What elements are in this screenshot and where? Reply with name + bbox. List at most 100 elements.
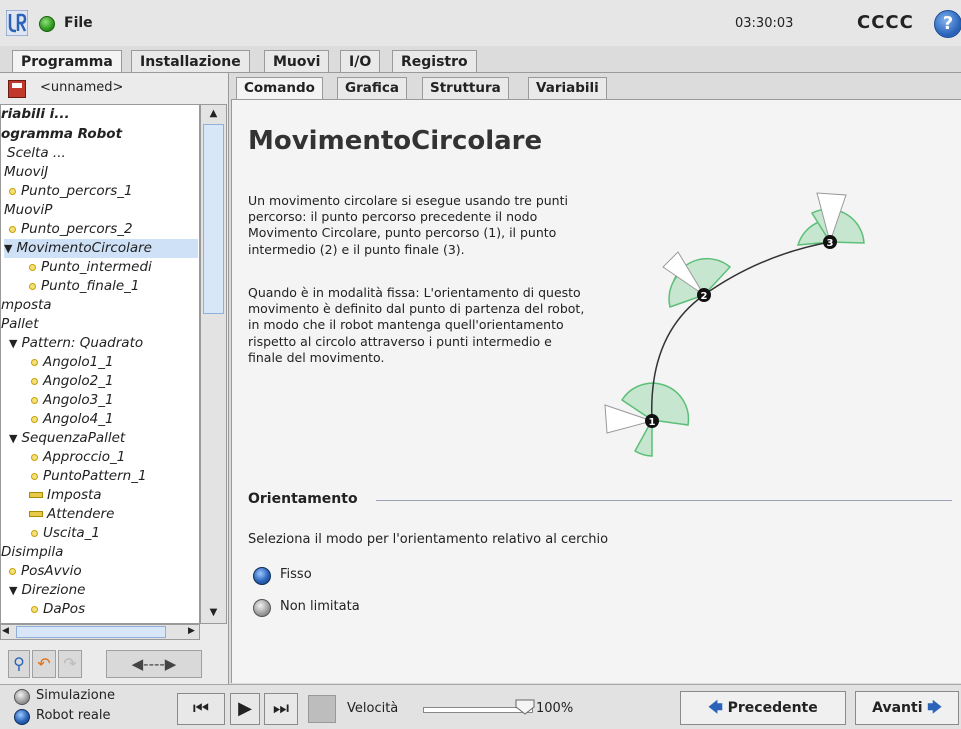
tree-item[interactable]: Approccio_1 bbox=[31, 448, 125, 467]
collapse-triangle-icon[interactable]: ▼ bbox=[4, 242, 12, 255]
undo-icon[interactable]: ↶ bbox=[32, 650, 56, 678]
radio-unconstrained[interactable] bbox=[253, 599, 271, 617]
tree-item-label: mposta bbox=[1, 297, 52, 313]
scrollbar-thumb[interactable] bbox=[16, 626, 166, 638]
tree-item[interactable]: riabili i... bbox=[1, 105, 70, 124]
tree-item[interactable]: Attendere bbox=[29, 505, 114, 524]
tree-item[interactable]: Punto_percors_2 bbox=[9, 220, 133, 239]
ur-logo-icon[interactable] bbox=[6, 10, 28, 36]
tree-item[interactable]: Uscita_1 bbox=[31, 524, 100, 543]
save-icon[interactable] bbox=[8, 80, 26, 98]
tab-variabili[interactable]: Variabili bbox=[528, 77, 607, 99]
tree-item-label: Pallet bbox=[1, 316, 39, 332]
stop-icon[interactable] bbox=[308, 695, 336, 723]
next-button[interactable]: Avanti 🡆 bbox=[855, 691, 959, 725]
tree-item[interactable]: Angolo3_1 bbox=[31, 391, 114, 410]
tree-item[interactable]: ▼ Pattern: Quadrato bbox=[9, 334, 143, 353]
real-robot-label[interactable]: Robot reale bbox=[36, 708, 110, 723]
radio-simulation[interactable] bbox=[14, 689, 30, 705]
scroll-up-icon[interactable]: ▲ bbox=[201, 105, 226, 123]
move-arrows-icon[interactable]: ◀----▶ bbox=[106, 650, 202, 678]
waypoint-icon bbox=[31, 377, 38, 385]
radio-real-robot[interactable] bbox=[14, 709, 30, 725]
tree-item[interactable]: Punto_intermedi bbox=[29, 258, 152, 277]
tree-item[interactable]: Punto_percors_1 bbox=[9, 182, 133, 201]
speed-value: 100% bbox=[536, 701, 574, 716]
point-label: 1 bbox=[649, 417, 656, 428]
scroll-down-icon[interactable]: ▼ bbox=[201, 604, 226, 622]
tab-muovi[interactable]: Muovi bbox=[264, 50, 330, 72]
tree-item[interactable]: Pallet bbox=[1, 315, 39, 334]
collapse-triangle-icon[interactable]: ▼ bbox=[9, 584, 17, 597]
radio-fixed[interactable] bbox=[253, 567, 271, 585]
tree-item-label: Punto_percors_1 bbox=[21, 183, 133, 199]
waypoint-icon bbox=[29, 263, 36, 271]
waypoint-icon bbox=[31, 358, 38, 366]
tab-io[interactable]: I/O bbox=[340, 50, 381, 72]
file-menu[interactable]: File bbox=[64, 15, 93, 31]
collapse-triangle-icon[interactable]: ▼ bbox=[9, 432, 17, 445]
tree-item-label: Disimpila bbox=[1, 544, 64, 560]
search-icon[interactable]: ⚲ bbox=[8, 650, 30, 678]
description-intro: Un movimento circolare si esegue usando … bbox=[248, 193, 568, 257]
tree-item[interactable]: Scelta ... bbox=[7, 144, 66, 163]
tree-item[interactable]: ogramma Robot bbox=[1, 125, 122, 144]
tree-item[interactable]: ▼ SequenzaPallet bbox=[9, 429, 125, 448]
scroll-right-icon[interactable]: ▶ bbox=[188, 626, 195, 636]
tree-item-label: Angolo4_1 bbox=[43, 411, 114, 427]
tree-item[interactable]: Punto_finale_1 bbox=[29, 277, 140, 296]
tree-item[interactable]: mposta bbox=[1, 296, 52, 315]
rewind-icon[interactable]: ⏮ bbox=[177, 693, 225, 725]
tree-item-label: Uscita_1 bbox=[43, 525, 100, 541]
tab-grafica[interactable]: Grafica bbox=[337, 77, 407, 99]
tree-item-label: MuoviJ bbox=[4, 164, 49, 180]
tree-item-label: Angolo3_1 bbox=[43, 392, 114, 408]
waypoint-icon bbox=[31, 529, 38, 537]
tree-item-label: PuntoPattern_1 bbox=[43, 468, 147, 484]
tree-item-selected[interactable]: ▼ MovimentoCircolare bbox=[4, 239, 198, 258]
arrow-right-icon: 🡆 bbox=[927, 700, 942, 716]
tree-item[interactable]: DaPos bbox=[31, 600, 85, 619]
collapse-triangle-icon[interactable]: ▼ bbox=[9, 337, 17, 350]
tree-item[interactable]: Angolo2_1 bbox=[31, 372, 114, 391]
tree-item[interactable]: Angolo1_1 bbox=[31, 353, 114, 372]
simulation-label[interactable]: Simulazione bbox=[36, 688, 115, 703]
tree-item-label: Angolo2_1 bbox=[43, 373, 114, 389]
tree-item[interactable]: Imposta bbox=[29, 486, 102, 505]
status-indicator-icon bbox=[39, 16, 55, 32]
tab-installazione[interactable]: Installazione bbox=[131, 50, 250, 72]
scrollbar-thumb[interactable] bbox=[203, 124, 224, 314]
set-command-icon bbox=[29, 492, 43, 498]
tab-registro[interactable]: Registro bbox=[392, 50, 477, 72]
previous-button[interactable]: 🡄 Precedente bbox=[680, 691, 846, 725]
tree-item[interactable]: MuoviJ bbox=[4, 163, 48, 182]
robot-name: CCCC bbox=[857, 12, 914, 33]
waypoint-icon bbox=[31, 453, 38, 461]
help-icon[interactable]: ? bbox=[934, 10, 961, 38]
radio-unconstrained-label[interactable]: Non limitata bbox=[280, 599, 360, 614]
waypoint-icon bbox=[9, 225, 16, 233]
radio-fixed-label[interactable]: Fisso bbox=[280, 567, 312, 582]
tree-item[interactable]: PosAvvio bbox=[9, 562, 82, 581]
tree-item[interactable]: Angolo4_1 bbox=[31, 410, 114, 429]
speed-label: Velocità bbox=[347, 701, 399, 716]
tree-item-label: Angolo1_1 bbox=[43, 354, 114, 370]
tree-item-label: Pattern: Quadrato bbox=[21, 335, 144, 351]
tree-item[interactable]: PuntoPattern_1 bbox=[31, 467, 147, 486]
tree-item[interactable]: Disimpila bbox=[1, 543, 63, 562]
tab-programma[interactable]: Programma bbox=[12, 50, 122, 74]
speed-slider-thumb[interactable] bbox=[515, 699, 535, 715]
tab-comando[interactable]: Comando bbox=[236, 77, 323, 100]
step-forward-icon[interactable]: ⏭ bbox=[264, 693, 298, 725]
circular-move-diagram: 1 2 3 bbox=[604, 192, 865, 457]
tree-item-label: Attendere bbox=[47, 506, 115, 522]
orientation-prompt: Seleziona il modo per l'orientamento rel… bbox=[248, 532, 609, 547]
tree-item[interactable]: MuoviP bbox=[4, 201, 52, 220]
tree-item-label: MuoviP bbox=[4, 202, 53, 218]
redo-icon[interactable]: ↷ bbox=[58, 650, 82, 678]
tab-struttura[interactable]: Struttura bbox=[422, 77, 509, 99]
tree-item-label: Punto_intermedi bbox=[41, 259, 152, 275]
tree-item[interactable]: ▼ Direzione bbox=[9, 581, 85, 600]
play-icon[interactable]: ▶ bbox=[230, 693, 260, 725]
scroll-left-icon[interactable]: ◀ bbox=[2, 626, 9, 636]
